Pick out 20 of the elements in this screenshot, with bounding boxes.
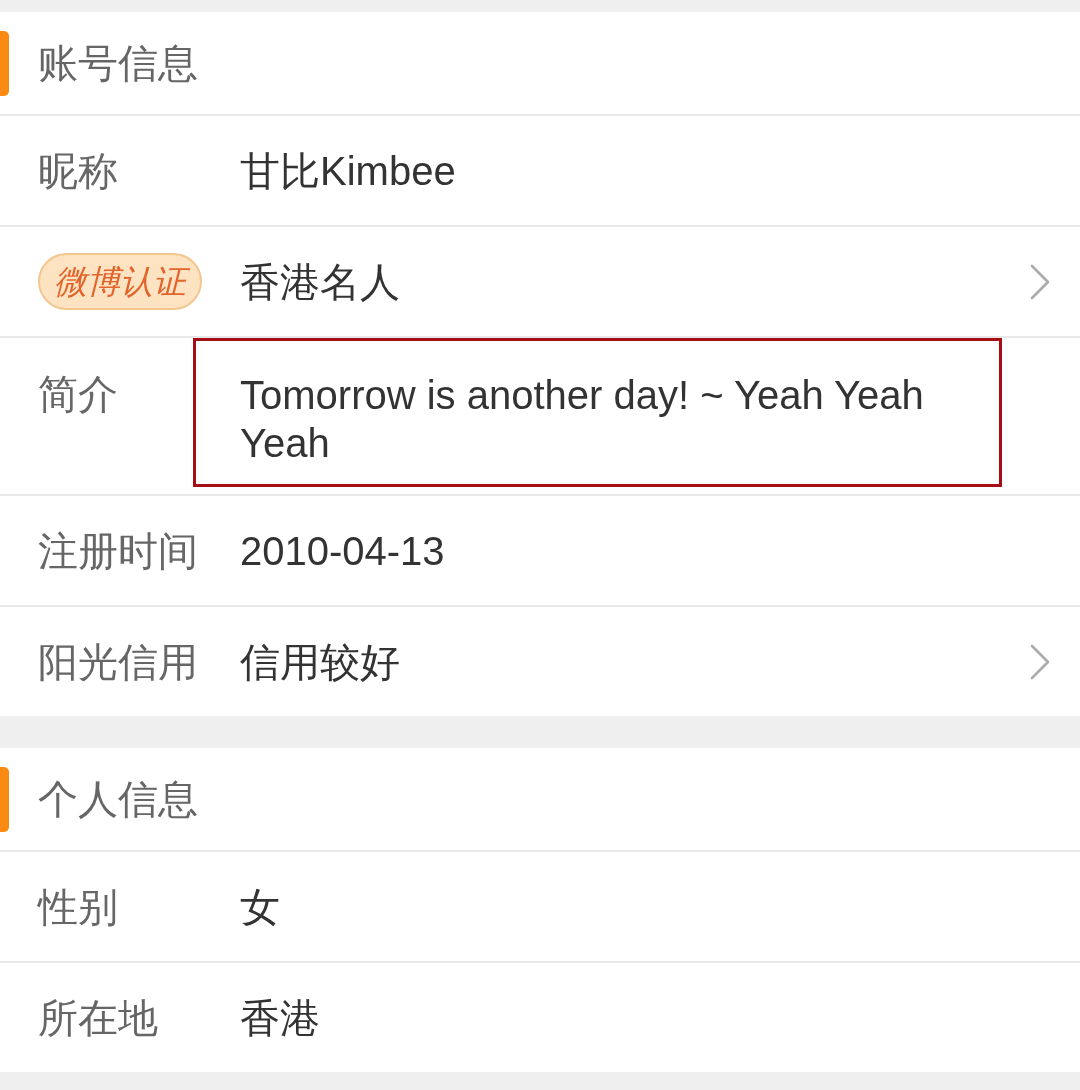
field-label: 阳光信用 <box>38 638 198 686</box>
field-value: 女 <box>240 883 280 931</box>
field-value: 香港名人 <box>240 258 400 306</box>
section-title: 账号信息 <box>38 40 198 87</box>
chevron-right-icon[interactable] <box>1030 643 1050 680</box>
field-label: 昵称 <box>38 147 118 195</box>
field-label: 注册时间 <box>38 527 198 575</box>
field-label: 性别 <box>38 883 118 931</box>
accent-bar-icon <box>0 766 9 832</box>
field-value: 2010-04-13 <box>240 527 445 575</box>
field-value: 甘比Kimbee <box>240 147 456 195</box>
field-label: 所在地 <box>38 994 158 1042</box>
field-value: 信用较好 <box>240 638 400 686</box>
section-title: 个人信息 <box>38 776 198 823</box>
accent-bar-icon <box>0 30 9 96</box>
chevron-right-icon[interactable] <box>1030 263 1050 300</box>
field-label: 简介 <box>38 371 118 418</box>
field-value: 香港 <box>240 994 320 1042</box>
field-value: Tomorrow is another day! ~ Yeah Yeah Yeah <box>240 372 925 467</box>
verified-badge: 微博认证 <box>38 252 202 311</box>
